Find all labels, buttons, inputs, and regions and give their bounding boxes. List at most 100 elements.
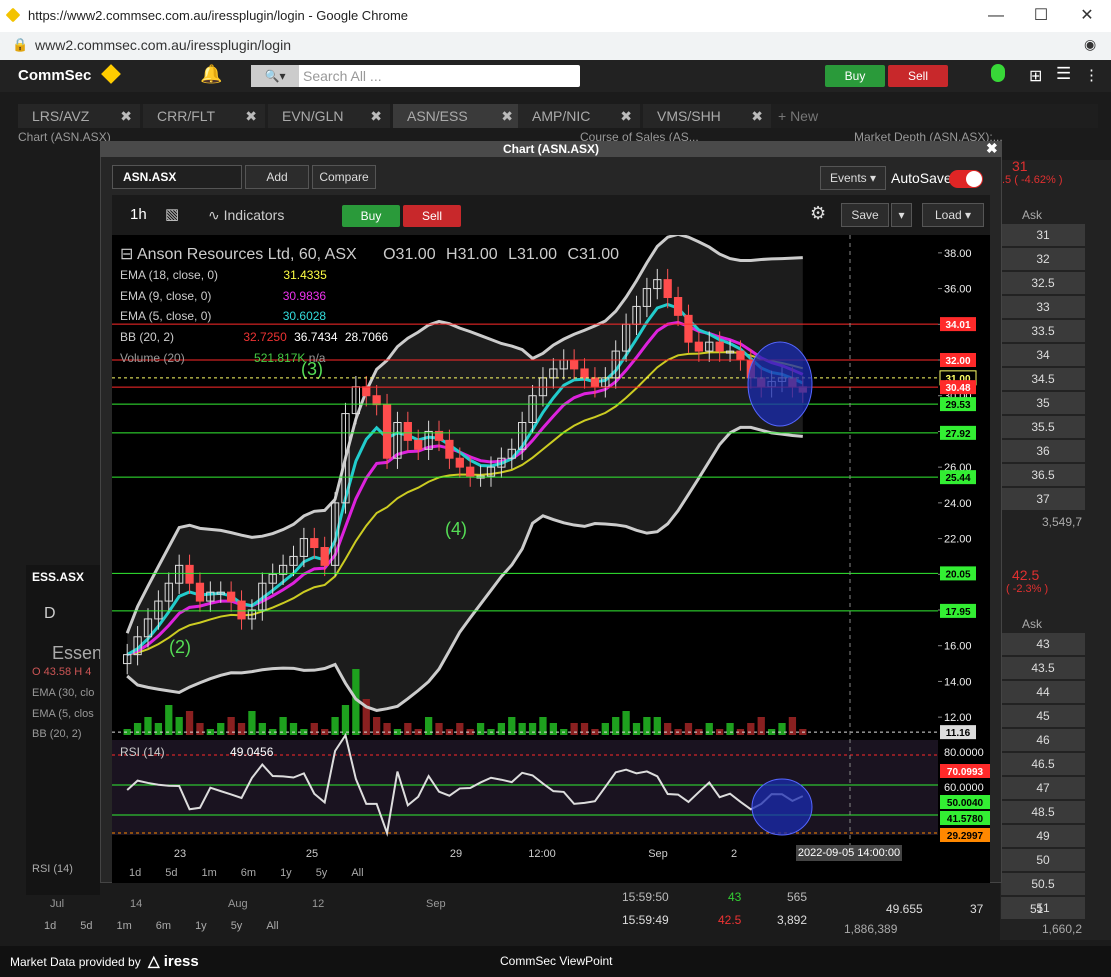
depth-ask-row-2-8[interactable]: 49 <box>1001 825 1085 847</box>
compare-button[interactable]: Compare <box>312 165 376 189</box>
period-1y[interactable]: 1y <box>280 867 292 879</box>
time-tick-label: 25 <box>306 848 318 860</box>
save-dropdown-icon[interactable]: ▾ <box>891 203 912 227</box>
add-button[interactable]: Add <box>245 165 309 189</box>
depth-ask-row-2-1[interactable]: 43.5 <box>1001 657 1085 679</box>
ess-interval[interactable]: D <box>44 605 56 623</box>
search-icon[interactable]: 🔍▾ <box>251 65 299 87</box>
tab-amp-nic[interactable]: AMP/NIC ✖ <box>518 104 640 128</box>
ess-x-label-2: 14 <box>130 898 143 910</box>
depth-ask-row-4[interactable]: 33.5 <box>1001 320 1085 342</box>
depth-ask-row-5[interactable]: 34 <box>1001 344 1085 366</box>
indicators-button[interactable]: ∿ Indicators <box>208 207 284 224</box>
load-button[interactable]: Load ▾ <box>922 203 984 227</box>
depth-ask-row-2-7[interactable]: 48.5 <box>1001 801 1085 823</box>
candle-type-icon[interactable]: ▧ <box>165 205 179 223</box>
ess-period-6m[interactable]: 6m <box>156 920 171 932</box>
depth-ask-row-10[interactable]: 36.5 <box>1001 464 1085 486</box>
depth-ask-row-2-9[interactable]: 50 <box>1001 849 1085 871</box>
ess-ohlc: O 43.58 H 4 <box>32 666 92 678</box>
depth-ask-row-0[interactable]: 31 <box>1001 224 1085 246</box>
depth-ask-row-8[interactable]: 35.5 <box>1001 416 1085 438</box>
top-sell-button[interactable]: Sell <box>888 65 948 87</box>
depth-ask-row-3[interactable]: 33 <box>1001 296 1085 318</box>
candle-body <box>226 591 236 602</box>
legend-volume: Volume (20) 521.817K n/a <box>120 351 325 365</box>
eye-icon[interactable]: ◉ <box>1084 36 1096 53</box>
depth-ask-row-2-0[interactable]: 43 <box>1001 633 1085 655</box>
ess-period-buttons[interactable]: 1d 5d 1m 6m 1y 5y All <box>44 918 303 932</box>
volume-bar <box>289 723 298 735</box>
add-icon[interactable]: ⊞ <box>1029 66 1042 86</box>
maximize-button[interactable]: ☐ <box>1024 4 1058 28</box>
period-1m[interactable]: 1m <box>202 867 217 879</box>
chart-buy-button[interactable]: Buy <box>342 205 400 227</box>
depth-ask-row-6[interactable]: 34.5 <box>1001 368 1085 390</box>
more-icon[interactable]: ⋮ <box>1084 66 1099 84</box>
ess-period-1m[interactable]: 1m <box>117 920 132 932</box>
search-input[interactable]: Search All ... <box>303 68 382 84</box>
rsi-level-label: 70.0993 <box>947 767 984 778</box>
minimize-button[interactable]: — <box>979 4 1013 28</box>
depth-ask-row-2-6[interactable]: 47 <box>1001 777 1085 799</box>
settings-gear-icon[interactable]: ⚙ <box>810 203 826 224</box>
ess-ema2: EMA (5, clos <box>32 708 94 720</box>
autosave-toggle[interactable] <box>949 170 983 188</box>
interval-selector[interactable]: 1h <box>130 206 147 223</box>
chart-sell-button[interactable]: Sell <box>403 205 461 227</box>
depth-ask-row-11[interactable]: 37 <box>1001 488 1085 510</box>
autosave-label: AutoSave <box>891 170 952 186</box>
period-5y[interactable]: 5y <box>316 867 328 879</box>
bell-icon[interactable]: 🔔 <box>200 64 222 85</box>
candle-body <box>320 547 329 566</box>
new-tab-button[interactable]: + New <box>778 104 838 128</box>
candle-body <box>185 564 194 584</box>
depth-ask-row-2-5[interactable]: 46.5 <box>1001 753 1085 775</box>
rsi-level-label: 29.2997 <box>947 831 984 842</box>
depth-ask-row-2-10[interactable]: 50.5 <box>1001 873 1085 895</box>
tab-lrs-avz[interactable]: LRS/AVZ ✖ <box>18 104 140 128</box>
period-6m[interactable]: 6m <box>241 867 256 879</box>
address-bar[interactable]: 🔒 www2.commsec.com.au/iressplugin/login … <box>0 32 1111 60</box>
depth-ask-row-1[interactable]: 32 <box>1001 248 1085 270</box>
ess-period-1y[interactable]: 1y <box>195 920 207 932</box>
ess-period-5y[interactable]: 5y <box>231 920 243 932</box>
price-level-label: 25.44 <box>945 473 970 484</box>
period-1d[interactable]: 1d <box>129 867 141 879</box>
tab-evn-gln[interactable]: EVN/GLN ✖ <box>268 104 390 128</box>
lock-icon: 🔒 <box>12 37 29 52</box>
rsi-axis-label: 60.0000 <box>944 782 984 794</box>
ema18-label: EMA (18, close, 0) <box>120 268 219 282</box>
period-all[interactable]: All <box>351 867 363 879</box>
menu-icon[interactable]: ☰ <box>1056 64 1071 84</box>
depth-bottom-c: 51 <box>1030 902 1044 916</box>
depth-ask-row-2-4[interactable]: 46 <box>1001 729 1085 751</box>
period-5d[interactable]: 5d <box>165 867 177 879</box>
cos-time-2: 15:59:49 <box>622 913 669 927</box>
price-tick-label: 36.00 <box>944 284 972 296</box>
close-window-button[interactable]: ✕ <box>1070 4 1104 28</box>
volume-bar <box>310 723 318 735</box>
cos-vol-2: 3,892 <box>777 913 808 927</box>
tab-vms-shh[interactable]: VMS/SHH ✖ <box>643 104 771 128</box>
ess-period-all[interactable]: All <box>266 920 278 932</box>
events-dropdown[interactable]: Events ▾ <box>820 166 886 190</box>
tab-asn-ess[interactable]: ASN/ESS ✖ <box>393 104 521 128</box>
top-buy-button[interactable]: Buy <box>825 65 885 87</box>
time-tick-label: 29 <box>450 848 462 860</box>
depth-ask-row-2-2[interactable]: 44 <box>1001 681 1085 703</box>
period-buttons[interactable]: 1d 5d 1m 6m 1y 5y All <box>129 865 388 879</box>
depth-ask-row-2[interactable]: 32.5 <box>1001 272 1085 294</box>
symbol-input[interactable]: ASN.ASX <box>112 165 242 189</box>
ess-period-5d[interactable]: 5d <box>80 920 92 932</box>
dialog-close-icon[interactable]: ✖ <box>986 140 998 157</box>
ess-period-1d[interactable]: 1d <box>44 920 56 932</box>
depth-ask-row-7[interactable]: 35 <box>1001 392 1085 414</box>
tab-crr-flt[interactable]: CRR/FLT ✖ <box>143 104 265 128</box>
save-button[interactable]: Save <box>841 203 889 227</box>
candle-body <box>684 314 693 343</box>
search-box[interactable]: 🔍▾ Search All ... <box>251 65 580 87</box>
depth-ask-row-9[interactable]: 36 <box>1001 440 1085 462</box>
depth-ask-row-2-3[interactable]: 45 <box>1001 705 1085 727</box>
lightbulb-icon[interactable] <box>991 64 1005 82</box>
